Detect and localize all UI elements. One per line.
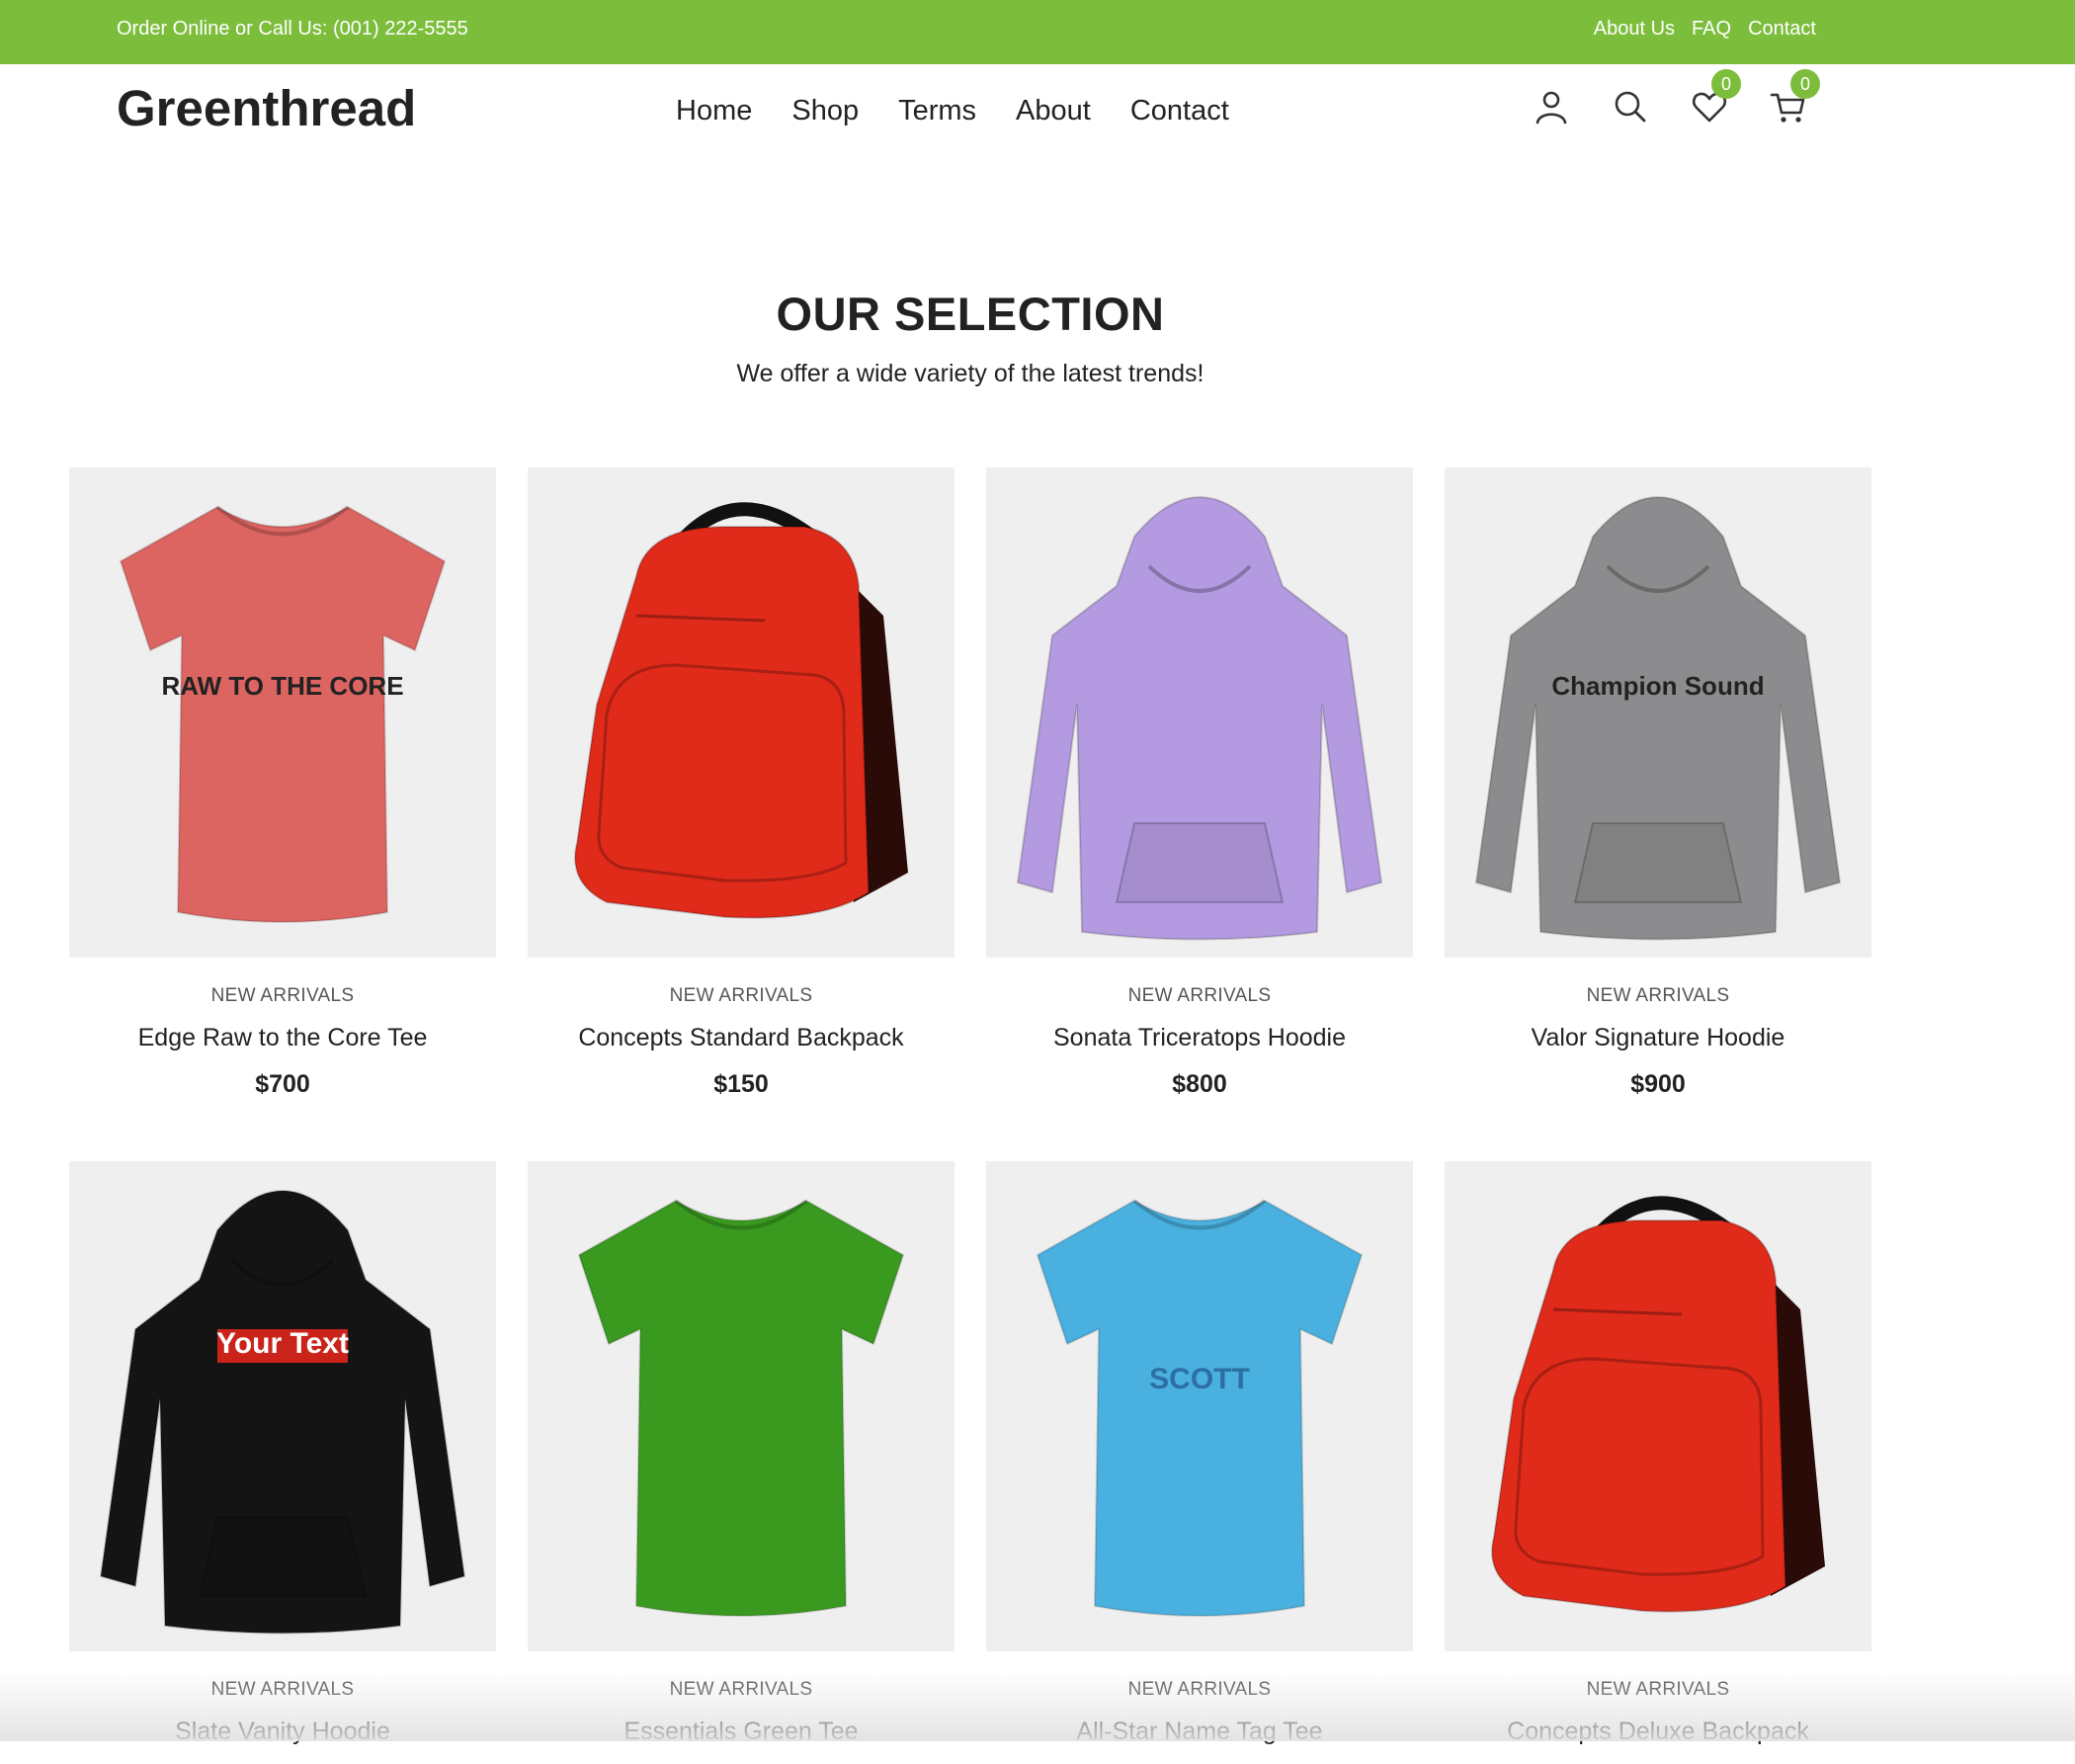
search-icon[interactable] bbox=[1611, 87, 1650, 126]
product-card[interactable]: Champion Sound NEW ARRIVALS Valor Signat… bbox=[1445, 467, 1871, 1099]
product-price: $900 bbox=[1630, 1070, 1686, 1098]
product-card[interactable]: NEW ARRIVALS Sonata Triceratops Hoodie $… bbox=[986, 467, 1413, 1099]
product-category: NEW ARRIVALS bbox=[669, 1679, 813, 1700]
hoodie-illustration: Champion Sound bbox=[1474, 496, 1842, 941]
product-price: $150 bbox=[713, 1070, 769, 1098]
product-card[interactable]: NEW ARRIVALS Concepts Deluxe Backpack bbox=[1445, 1161, 1871, 1764]
product-name[interactable]: Sonata Triceratops Hoodie bbox=[986, 1024, 1413, 1052]
top-bar: Order Online or Call Us: (001) 222-5555 … bbox=[0, 0, 2075, 64]
product-image[interactable] bbox=[986, 467, 1413, 958]
product-image[interactable] bbox=[528, 467, 954, 958]
product-category: NEW ARRIVALS bbox=[1127, 1679, 1272, 1700]
product-card[interactable]: NEW ARRIVALS Essentials Green Tee bbox=[528, 1161, 954, 1764]
top-link-contact[interactable]: Contact bbox=[1748, 18, 1816, 41]
product-price: $700 bbox=[255, 1070, 310, 1098]
site-logo[interactable]: Greenthread bbox=[117, 79, 416, 137]
product-name[interactable]: Concepts Deluxe Backpack bbox=[1445, 1718, 1871, 1746]
cart-count-badge: 0 bbox=[1790, 69, 1820, 99]
product-name[interactable]: Edge Raw to the Core Tee bbox=[69, 1024, 496, 1052]
section-title: OUR SELECTION bbox=[776, 288, 1165, 340]
product-card[interactable]: Your Text NEW ARRIVALS Slate Vanity Hood… bbox=[69, 1161, 496, 1764]
product-image[interactable] bbox=[528, 1161, 954, 1651]
product-name[interactable]: Concepts Standard Backpack bbox=[528, 1024, 954, 1052]
product-image[interactable] bbox=[1445, 1161, 1871, 1651]
top-link-faq[interactable]: FAQ bbox=[1692, 18, 1731, 41]
backpack-illustration bbox=[574, 502, 908, 919]
product-card[interactable]: SCOTT NEW ARRIVALS All-Star Name Tag Tee bbox=[986, 1161, 1413, 1764]
garment-print-text: Your Text bbox=[216, 1327, 349, 1360]
tee-illustration bbox=[577, 1199, 905, 1617]
product-name[interactable]: Essentials Green Tee bbox=[528, 1718, 954, 1746]
product-category: NEW ARRIVALS bbox=[1127, 985, 1272, 1006]
hoodie-illustration: Your Text bbox=[99, 1190, 466, 1635]
product-image[interactable]: Your Text bbox=[69, 1161, 496, 1651]
tee-illustration: SCOTT bbox=[1036, 1199, 1364, 1617]
product-image[interactable]: Champion Sound bbox=[1445, 467, 1871, 958]
tee-illustration: RAW TO THE CORE bbox=[119, 505, 447, 923]
wishlist-button[interactable]: 0 bbox=[1690, 69, 1741, 126]
product-category: NEW ARRIVALS bbox=[1586, 1679, 1730, 1700]
top-links: About Us FAQ Contact bbox=[1594, 18, 1816, 41]
garment-print-text: SCOTT bbox=[1149, 1363, 1250, 1395]
product-name[interactable]: Valor Signature Hoodie bbox=[1445, 1024, 1871, 1052]
product-category: NEW ARRIVALS bbox=[210, 985, 355, 1006]
nav-home[interactable]: Home bbox=[676, 95, 752, 127]
garment-print-text: RAW TO THE CORE bbox=[161, 671, 403, 701]
hoodie-illustration bbox=[1016, 496, 1383, 941]
product-name[interactable]: All-Star Name Tag Tee bbox=[986, 1718, 1413, 1746]
product-price: $800 bbox=[1172, 1070, 1227, 1098]
cart-button[interactable]: 0 bbox=[1769, 69, 1820, 126]
nav-shop[interactable]: Shop bbox=[791, 95, 859, 127]
product-category: NEW ARRIVALS bbox=[210, 1679, 355, 1700]
section-subtitle: We offer a wide variety of the latest tr… bbox=[736, 360, 1204, 387]
user-icon[interactable] bbox=[1532, 87, 1571, 126]
product-category: NEW ARRIVALS bbox=[669, 985, 813, 1006]
product-image[interactable]: SCOTT bbox=[986, 1161, 1413, 1651]
nav-about[interactable]: About bbox=[1016, 95, 1091, 127]
backpack-illustration bbox=[1491, 1196, 1825, 1613]
nav-contact[interactable]: Contact bbox=[1130, 95, 1229, 127]
top-link-about-us[interactable]: About Us bbox=[1594, 18, 1675, 41]
product-image[interactable]: RAW TO THE CORE bbox=[69, 467, 496, 958]
order-phone-text: Order Online or Call Us: (001) 222-5555 bbox=[117, 18, 468, 40]
product-card[interactable]: RAW TO THE CORE NEW ARRIVALS Edge Raw to… bbox=[69, 467, 496, 1099]
wishlist-count-badge: 0 bbox=[1711, 69, 1741, 99]
garment-print-text: Champion Sound bbox=[1551, 671, 1764, 701]
product-name[interactable]: Slate Vanity Hoodie bbox=[69, 1718, 496, 1746]
main-nav: Home Shop Terms About Contact bbox=[676, 95, 1229, 127]
product-category: NEW ARRIVALS bbox=[1586, 985, 1730, 1006]
nav-terms[interactable]: Terms bbox=[898, 95, 976, 127]
product-card[interactable]: NEW ARRIVALS Concepts Standard Backpack … bbox=[528, 467, 954, 1099]
